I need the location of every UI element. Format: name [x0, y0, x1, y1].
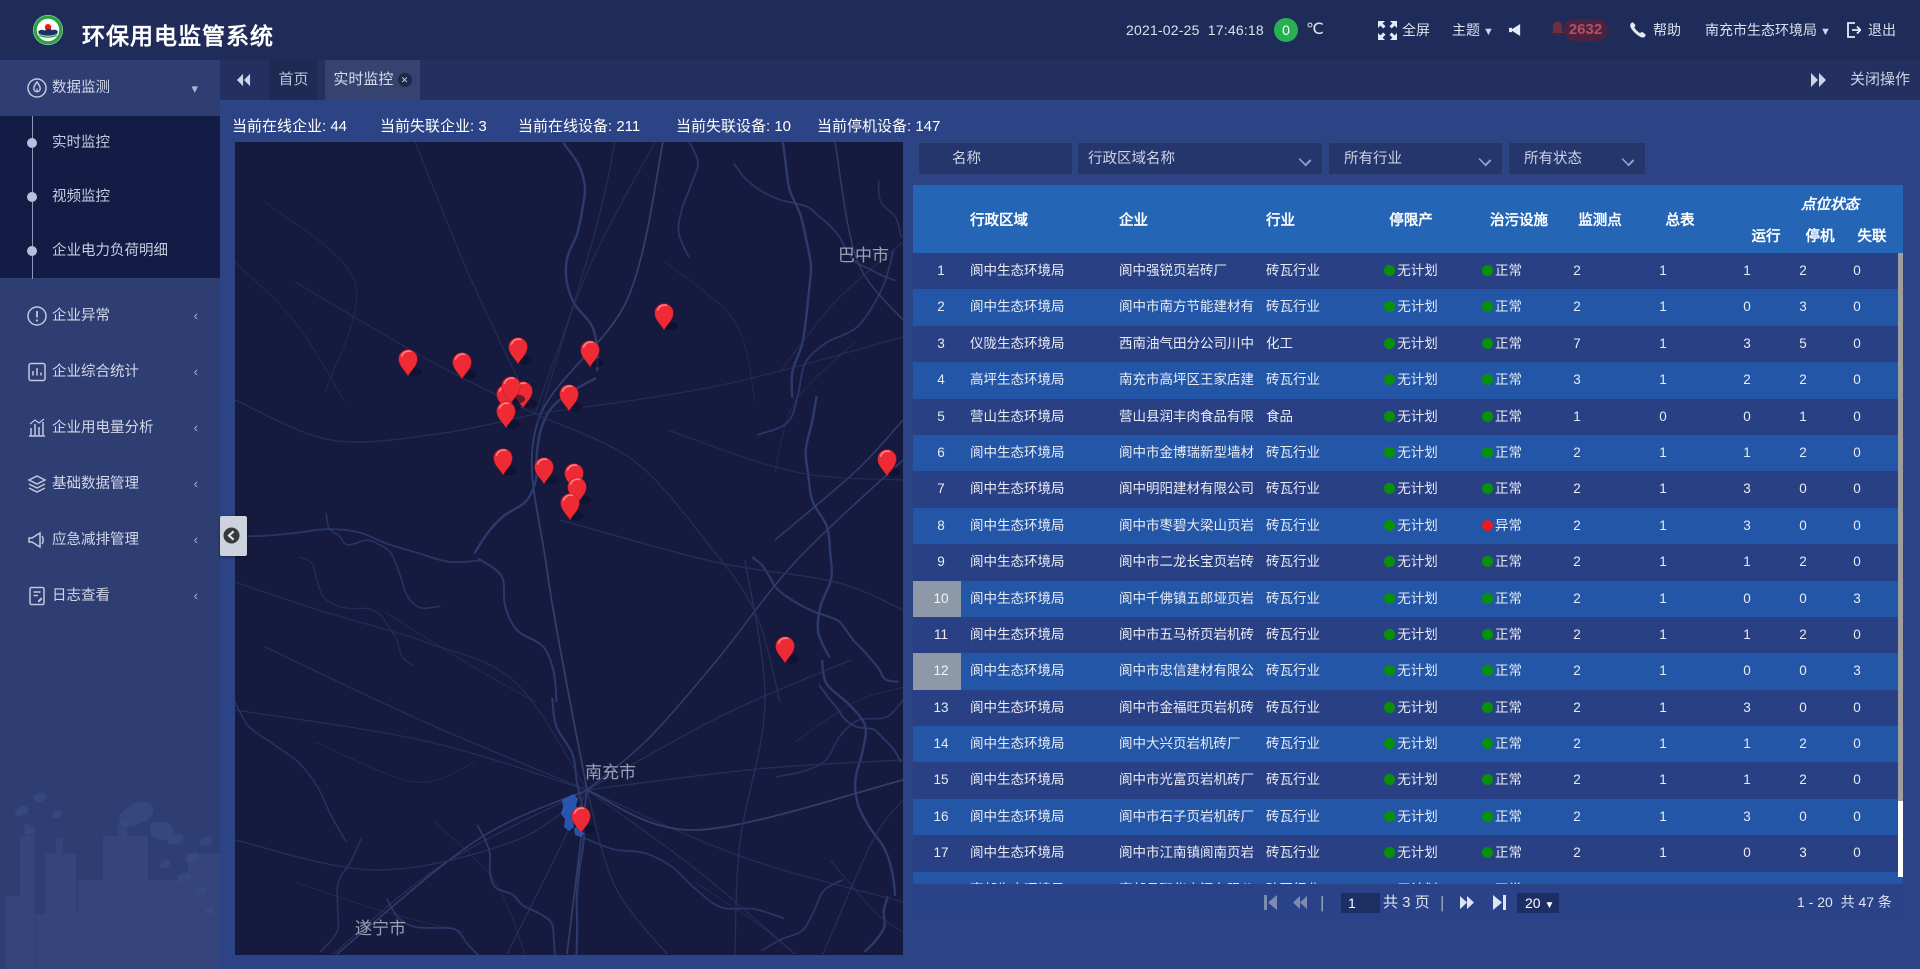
svg-text:遂宁市: 遂宁市	[355, 919, 406, 938]
svg-text:巴中市: 巴中市	[838, 246, 889, 265]
svg-text:南充市: 南充市	[585, 763, 636, 782]
